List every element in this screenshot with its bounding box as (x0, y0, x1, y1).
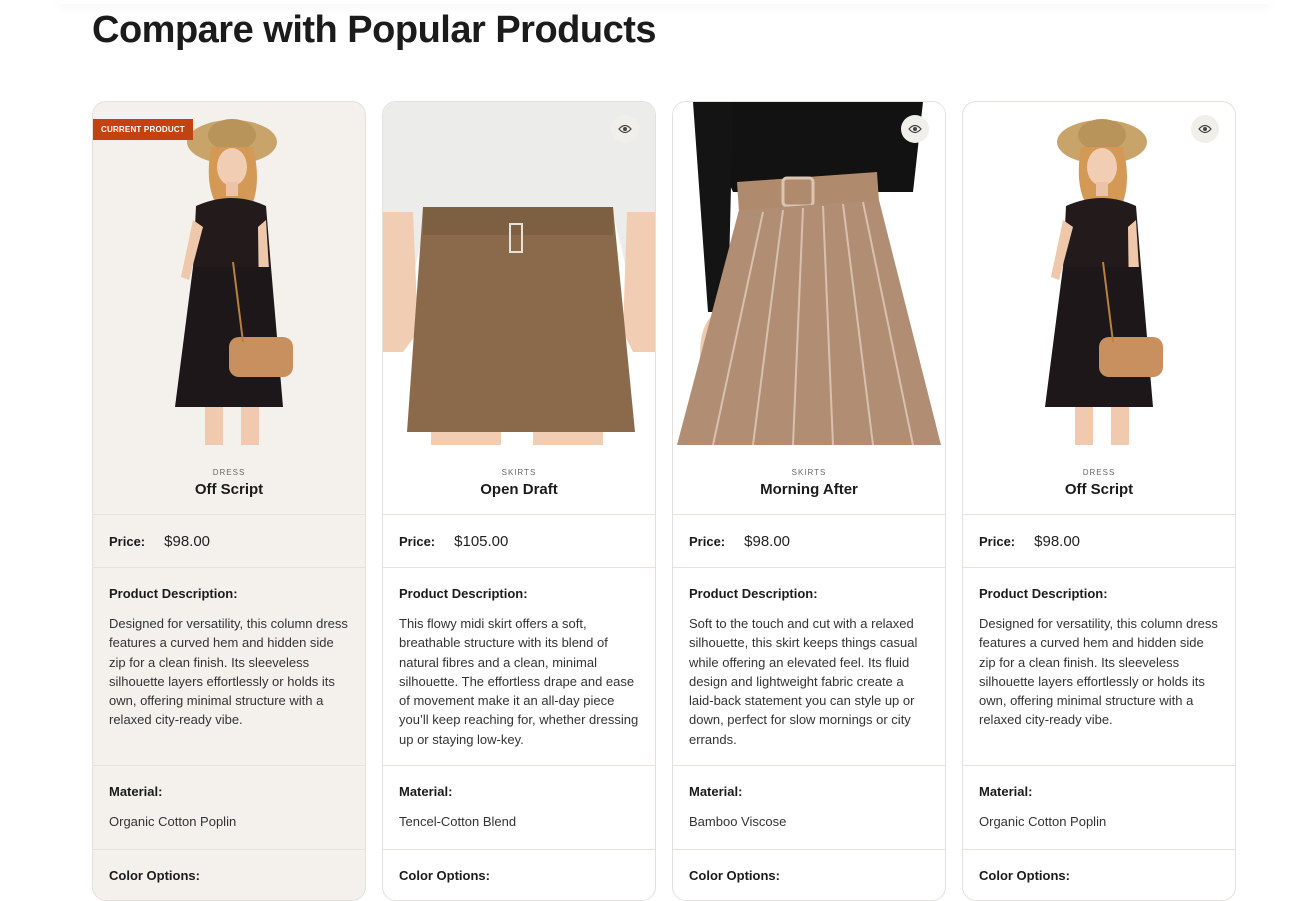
product-name[interactable]: Open Draft (383, 481, 655, 498)
description-text: Soft to the touch and cut with a relaxed… (689, 616, 918, 747)
product-info: DRESS Off Script (963, 445, 1235, 515)
product-card-current[interactable]: CURRENT PRODUCT DRESS Off Script Price: … (92, 101, 366, 901)
material-value: Organic Cotton Poplin (109, 814, 237, 829)
material-label: Material: (109, 784, 163, 799)
description-text: This flowy midi skirt offers a soft, bre… (399, 616, 639, 747)
pleated-skirt-illustration (673, 102, 945, 445)
product-image[interactable]: CURRENT PRODUCT (93, 102, 365, 445)
price-label: Price: (689, 533, 726, 549)
color-options-label: Color Options: (399, 868, 490, 883)
product-card[interactable]: SKIRTS Morning After Price: $98.00 Produ… (672, 101, 946, 901)
skirt-model-illustration (383, 102, 655, 445)
page-title: Compare with Popular Products (92, 9, 657, 51)
product-image[interactable] (963, 102, 1235, 445)
color-options-row: Color Options: (673, 850, 945, 883)
material-label: Material: (689, 784, 743, 799)
price-label: Price: (399, 533, 436, 549)
price-value: $98.00 (1034, 532, 1081, 550)
color-options-label: Color Options: (689, 868, 780, 883)
material-value: Bamboo Viscose (689, 814, 787, 829)
material-row: Material: Organic Cotton Poplin (93, 766, 365, 850)
description-row: Product Description: Designed for versat… (93, 568, 365, 766)
dress-model-illustration (175, 119, 293, 445)
product-image[interactable] (383, 102, 655, 445)
material-label: Material: (399, 784, 453, 799)
product-category: DRESS (212, 468, 246, 477)
material-row: Material: Tencel-Cotton Blend (383, 766, 655, 850)
price-label: Price: (109, 533, 146, 549)
color-options-label: Color Options: (979, 868, 1070, 883)
eye-icon[interactable] (611, 115, 639, 143)
material-value: Organic Cotton Poplin (979, 814, 1107, 829)
header-shadow (60, 0, 1271, 4)
current-product-badge: CURRENT PRODUCT (93, 119, 193, 140)
product-category: DRESS (1082, 468, 1116, 477)
description-text: Designed for versatility, this column dr… (109, 616, 348, 728)
product-card[interactable]: SKIRTS Open Draft Price: $105.00 Product… (382, 101, 656, 901)
price-row: Price: $98.00 (93, 515, 365, 568)
product-name[interactable]: Morning After (673, 481, 945, 498)
price-row: Price: $98.00 (963, 515, 1235, 568)
color-options-label: Color Options: (109, 868, 200, 883)
color-options-row: Color Options: (93, 850, 365, 883)
description-label: Product Description: (399, 586, 528, 601)
material-row: Material: Bamboo Viscose (673, 766, 945, 850)
dress-model-illustration (1045, 119, 1163, 445)
eye-icon[interactable] (1191, 115, 1219, 143)
color-options-row: Color Options: (383, 850, 655, 883)
description-label: Product Description: (109, 586, 238, 601)
material-value: Tencel-Cotton Blend (399, 814, 517, 829)
price-value: $105.00 (454, 532, 509, 550)
product-name[interactable]: Off Script (93, 481, 365, 498)
product-category: SKIRTS (501, 468, 537, 477)
price-value: $98.00 (164, 532, 211, 550)
product-image[interactable] (673, 102, 945, 445)
description-label: Product Description: (979, 586, 1108, 601)
product-category: SKIRTS (791, 468, 827, 477)
product-card[interactable]: DRESS Off Script Price: $98.00 Product D… (962, 101, 1236, 901)
product-info: SKIRTS Morning After (673, 445, 945, 515)
color-options-row: Color Options: (963, 850, 1235, 883)
product-info: DRESS Off Script (93, 445, 365, 515)
description-row: Product Description: This flowy midi ski… (383, 568, 655, 766)
material-row: Material: Organic Cotton Poplin (963, 766, 1235, 850)
description-row: Product Description: Soft to the touch a… (673, 568, 945, 766)
description-row: Product Description: Designed for versat… (963, 568, 1235, 766)
price-row: Price: $105.00 (383, 515, 655, 568)
price-row: Price: $98.00 (673, 515, 945, 568)
description-label: Product Description: (689, 586, 818, 601)
product-name[interactable]: Off Script (963, 481, 1235, 498)
price-label: Price: (979, 533, 1016, 549)
price-value: $98.00 (744, 532, 791, 550)
material-label: Material: (979, 784, 1033, 799)
product-info: SKIRTS Open Draft (383, 445, 655, 515)
eye-icon[interactable] (901, 115, 929, 143)
product-compare-grid: CURRENT PRODUCT DRESS Off Script Price: … (92, 101, 1236, 901)
description-text: Designed for versatility, this column dr… (979, 616, 1218, 728)
